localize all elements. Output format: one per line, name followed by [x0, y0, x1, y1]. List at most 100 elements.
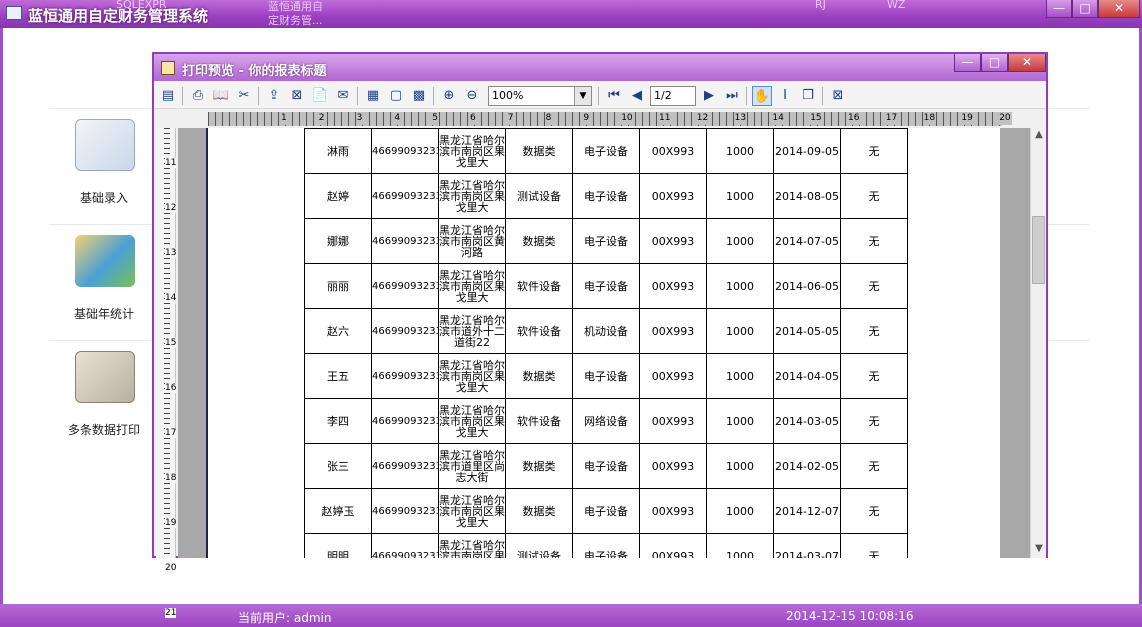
dialog-title: 打印预览 - 你的报表标题	[182, 64, 327, 79]
single-page-icon[interactable]: ▢	[386, 86, 406, 106]
cell-code: 00X993	[639, 353, 707, 399]
cell-code: 00X993	[639, 263, 707, 309]
right-panel-item[interactable]	[1043, 108, 1089, 220]
cell-type: 软件设备	[505, 398, 573, 444]
zoom-out-icon[interactable]: ⊖	[462, 86, 482, 106]
first-page-icon[interactable]: ⏮	[604, 86, 624, 106]
prev-page-icon[interactable]: ◀	[627, 86, 647, 106]
open-book-icon[interactable]: 📖	[211, 86, 231, 106]
preview-viewport[interactable]: 淋雨 46699093233 黑龙江省哈尔滨市南岗区果戈里大 数据类 电子设备 00X99…	[178, 128, 1030, 558]
cell-amount: 1000	[706, 533, 774, 558]
right-panel-item[interactable]	[1043, 340, 1089, 452]
chevron-down-icon[interactable]: ▼	[574, 87, 591, 105]
settings-tools-icon[interactable]: ✂	[234, 86, 254, 106]
pdf-export-icon[interactable]: 📄	[310, 86, 330, 106]
clipboard-icon	[75, 119, 135, 171]
ruler-label: 11	[658, 112, 672, 125]
vertical-ruler: 11 12 13 14 15 16 17 18 19 20 21	[156, 128, 177, 618]
toolbar-separator	[182, 87, 183, 105]
cell-name: 娜娜	[304, 218, 372, 264]
ruler-label: 3	[355, 112, 364, 125]
cell-id: 46699093233	[371, 398, 439, 444]
copy-icon[interactable]: ❐	[798, 86, 818, 106]
right-panel-item[interactable]	[1043, 224, 1089, 336]
print-icon[interactable]: ⎙	[188, 86, 208, 106]
cell-code: 00X993	[639, 533, 707, 558]
cell-type: 数据类	[505, 488, 573, 534]
cell-cat: 电子设备	[572, 488, 640, 534]
cell-note: 无	[840, 128, 908, 174]
cell-type: 测试设备	[505, 173, 573, 219]
preview-icon	[161, 61, 175, 75]
toolbar-separator	[357, 87, 358, 105]
cell-note: 无	[840, 443, 908, 489]
cell-code: 00X993	[639, 488, 707, 534]
ruler-label: 12	[695, 112, 710, 125]
cell-id: 46699093233	[371, 128, 439, 174]
cell-date: 2014-09-05	[773, 128, 841, 174]
sidebar-item-basic-entry[interactable]: 基础录入	[49, 108, 159, 208]
dialog-maximize-button[interactable]: □	[981, 54, 1008, 72]
cell-name: 丽丽	[304, 263, 372, 309]
cell-cat: 电子设备	[572, 353, 640, 399]
thumbnails-icon[interactable]: ▤	[158, 86, 178, 106]
main-maximize-button[interactable]: □	[1072, 0, 1098, 18]
cell-cat: 网络设备	[572, 398, 640, 444]
table-row: 李四 46699093233 黑龙江省哈尔滨市南岗区果戈里大 软件设备 网络设备 00X9…	[304, 398, 908, 444]
next-page-icon[interactable]: ▶	[699, 86, 719, 106]
ruler-label: 19	[960, 112, 974, 125]
cell-cat: 电子设备	[572, 128, 640, 174]
cell-note: 无	[840, 353, 908, 399]
main-close-button[interactable]: ✕	[1098, 0, 1140, 18]
background-text: RJ	[815, 0, 826, 11]
zoom-in-icon[interactable]: ⊕	[439, 86, 459, 106]
close-preview-icon[interactable]: ⊠	[828, 86, 848, 106]
preview-toolbar: ▤ ⎙ 📖 ✂ ⇪ ⊠ 📄 ✉ ▦ ▢ ▩ ⊕ ⊖ 100% ▼ ⏮ ◀ 1/2…	[154, 83, 1046, 109]
cell-amount: 1000	[706, 128, 774, 174]
sidebar-item-label: 多条数据打印	[67, 423, 140, 437]
cell-name: 赵婷玉	[304, 488, 372, 534]
sidebar-item-annual-stats[interactable]: 基础年统计	[49, 224, 159, 324]
scroll-down-icon[interactable]: ▼	[1031, 542, 1047, 556]
export-icon[interactable]: ⇪	[264, 86, 284, 106]
cell-note: 无	[840, 308, 908, 354]
sidebar-item-multi-print[interactable]: 多条数据打印	[49, 340, 159, 440]
page-number-input[interactable]: 1/2	[650, 86, 696, 106]
horizontal-ruler: 1 2 3 4 5 6 7 8 9 10 11 12 13 14 15 16 17 18 19 20	[208, 112, 1012, 126]
ruler-label: 20	[165, 563, 177, 573]
cell-date: 2014-06-05	[773, 263, 841, 309]
ruler-label: 6	[469, 112, 477, 125]
page-setup-icon[interactable]: ▦	[363, 86, 383, 106]
table-row: 丽丽 46699093233 黑龙江省哈尔滨市南岗区果戈里大 软件设备 电子设备 00X9…	[304, 263, 908, 309]
cell-amount: 1000	[706, 263, 774, 309]
main-minimize-button[interactable]: —	[1046, 0, 1072, 18]
cell-cat: 电子设备	[572, 173, 640, 219]
scroll-up-icon[interactable]: ▲	[1031, 128, 1047, 142]
ruler-label: 17	[165, 428, 177, 438]
email-icon[interactable]: ✉	[333, 86, 353, 106]
dialog-minimize-button[interactable]: —	[954, 54, 981, 72]
checklist-icon	[75, 351, 135, 403]
cell-type: 软件设备	[505, 308, 573, 354]
last-page-icon[interactable]: ⏭	[722, 86, 742, 106]
toolbar-separator	[258, 87, 259, 105]
cell-note: 无	[840, 533, 908, 558]
cell-cat: 电子设备	[572, 533, 640, 558]
ruler-label: 13	[165, 248, 177, 258]
vertical-scrollbar[interactable]: ▲ ▼	[1030, 128, 1046, 558]
text-select-icon[interactable]: I	[775, 86, 795, 106]
ruler-label: 18	[922, 112, 937, 125]
multi-page-icon[interactable]: ▩	[409, 86, 429, 106]
cell-date: 2014-04-05	[773, 353, 841, 399]
cell-amount: 1000	[706, 353, 774, 399]
dialog-close-button[interactable]: ✕	[1008, 54, 1046, 72]
report-table: 淋雨 46699093233 黑龙江省哈尔滨市南岗区果戈里大 数据类 电子设备 00X99…	[304, 128, 908, 558]
scroll-thumb[interactable]	[1032, 216, 1045, 284]
zoom-select[interactable]: 100% ▼	[488, 86, 592, 106]
cell-code: 00X993	[639, 218, 707, 264]
hand-tool-icon[interactable]: ✋	[752, 86, 772, 106]
excel-export-icon[interactable]: ⊠	[287, 86, 307, 106]
cell-id: 46699093233	[371, 263, 439, 309]
cell-date: 2014-12-07	[773, 488, 841, 534]
cell-name: 王五	[304, 353, 372, 399]
